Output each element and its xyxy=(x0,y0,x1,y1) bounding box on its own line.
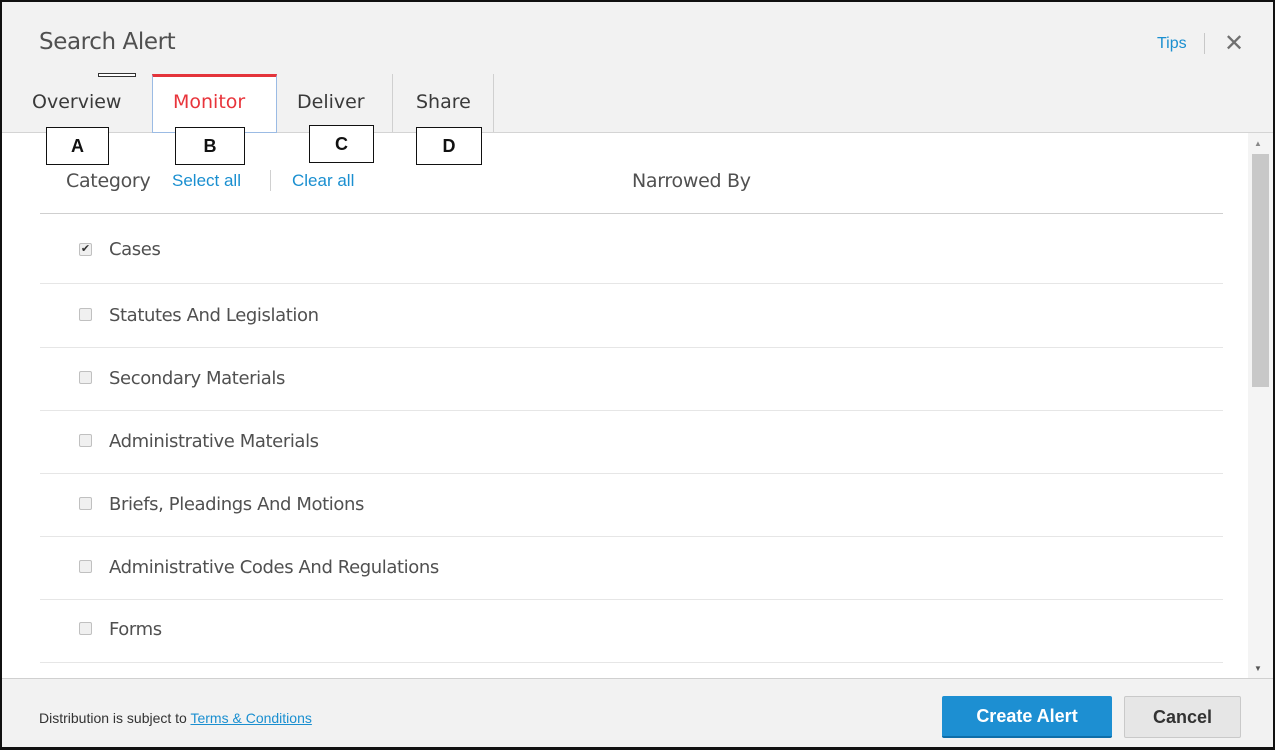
annotation-text: B xyxy=(203,136,217,156)
tab-share[interactable]: Share xyxy=(393,74,494,132)
tab-label: Overview xyxy=(32,91,122,113)
distribution-text: Distribution is subject to xyxy=(39,710,191,726)
annotation-label-b: B xyxy=(175,127,245,165)
checkbox-administrative-codes[interactable] xyxy=(79,560,92,573)
category-row-administrative-materials[interactable]: Administrative Materials xyxy=(40,411,1223,474)
annotation-text: C xyxy=(335,134,348,154)
category-label-statutes: Statutes And Legislation xyxy=(109,305,319,326)
checkbox-secondary-materials[interactable] xyxy=(79,371,92,384)
category-row-forms[interactable]: Forms xyxy=(40,600,1223,663)
category-row-briefs[interactable]: Briefs, Pleadings And Motions xyxy=(40,474,1223,537)
cancel-button[interactable]: Cancel xyxy=(1124,696,1241,738)
category-row-statutes[interactable]: Statutes And Legislation xyxy=(40,284,1223,348)
checkbox-cases[interactable]: ✔ xyxy=(79,243,92,256)
link-divider xyxy=(270,170,271,191)
scroll-down-arrow-icon[interactable]: ▼ xyxy=(1254,664,1262,673)
dialog-title: Search Alert xyxy=(39,29,176,55)
clear-all-link[interactable]: Clear all xyxy=(292,171,354,191)
annotation-text: A xyxy=(71,136,84,156)
category-label: Category xyxy=(66,170,151,192)
checkbox-statutes[interactable] xyxy=(79,308,92,321)
annotation-label-a: A xyxy=(46,127,109,165)
checkbox-briefs[interactable] xyxy=(79,497,92,510)
annotation-label-c: C xyxy=(309,125,374,163)
search-alert-dialog: Search Alert Tips ✕ Overview Monitor Del… xyxy=(0,0,1275,750)
dialog-header: Search Alert Tips ✕ xyxy=(2,2,1273,75)
scroll-up-arrow-icon[interactable]: ▲ xyxy=(1254,139,1262,148)
tab-monitor[interactable]: Monitor xyxy=(152,74,277,133)
narrowed-by-label: Narrowed By xyxy=(632,170,751,192)
annotation-label-d: D xyxy=(416,127,482,165)
tab-deliver[interactable]: Deliver xyxy=(277,74,393,132)
category-label-briefs: Briefs, Pleadings And Motions xyxy=(109,494,364,515)
tips-link[interactable]: Tips xyxy=(1157,35,1187,53)
create-alert-button[interactable]: Create Alert xyxy=(942,696,1112,738)
category-row-administrative-codes[interactable]: Administrative Codes And Regulations xyxy=(40,537,1223,600)
dialog-footer: Distribution is subject to Terms & Condi… xyxy=(2,678,1273,747)
checkmark-icon: ✔ xyxy=(80,243,91,255)
checkbox-forms[interactable] xyxy=(79,622,92,635)
tab-label: Monitor xyxy=(173,91,246,113)
monitor-panel: Category Select all Clear all Narrowed B… xyxy=(2,133,1248,678)
category-row-cases[interactable]: ✔ Cases xyxy=(40,221,1223,284)
distribution-notice: Distribution is subject to Terms & Condi… xyxy=(39,710,312,726)
tab-label: Share xyxy=(416,91,471,113)
category-label-administrative-codes: Administrative Codes And Regulations xyxy=(109,557,439,578)
tab-bar: Overview Monitor Deliver Share xyxy=(2,74,1273,133)
category-label-secondary-materials: Secondary Materials xyxy=(109,368,285,389)
header-divider xyxy=(1204,33,1205,54)
annotation-text: D xyxy=(442,136,456,156)
category-row-secondary-materials[interactable]: Secondary Materials xyxy=(40,348,1223,411)
category-label-cases: Cases xyxy=(109,239,161,260)
annotation-marker xyxy=(98,73,136,77)
close-icon[interactable]: ✕ xyxy=(1222,30,1246,58)
terms-conditions-link[interactable]: Terms & Conditions xyxy=(190,710,311,726)
category-label-forms: Forms xyxy=(109,619,162,640)
tab-label: Deliver xyxy=(297,91,365,113)
tab-overview[interactable]: Overview xyxy=(2,74,152,132)
category-label-administrative-materials: Administrative Materials xyxy=(109,431,319,452)
select-all-link[interactable]: Select all xyxy=(172,171,241,191)
divider xyxy=(40,213,1223,214)
scrollbar-thumb[interactable] xyxy=(1252,154,1269,387)
checkbox-administrative-materials[interactable] xyxy=(79,434,92,447)
